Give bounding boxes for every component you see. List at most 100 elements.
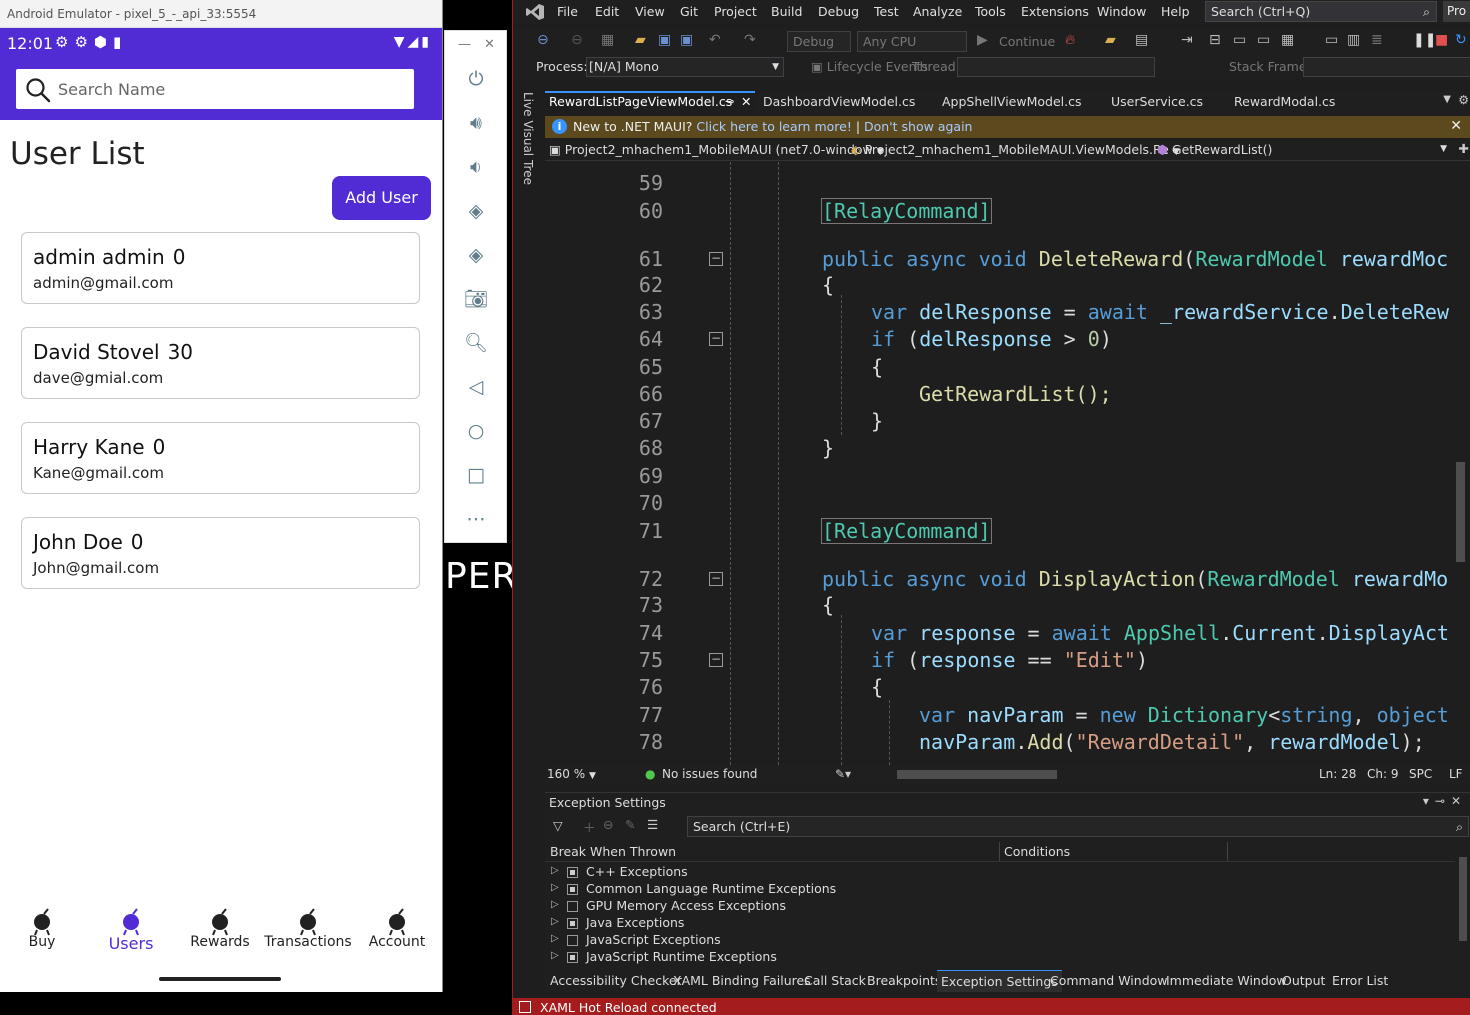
more-icon[interactable]: ⋯ <box>464 507 488 531</box>
column-break-when-thrown[interactable]: Break When Thrown <box>550 844 676 859</box>
menu-project[interactable]: Project <box>714 4 757 19</box>
user-card[interactable]: Harry Kane 0 Kane@gmail.com <box>21 422 420 494</box>
exception-list-scrollbar[interactable] <box>1457 843 1469 969</box>
expand-icon[interactable]: ▷ <box>551 933 559 944</box>
process-combo[interactable]: [N/A] Mono ▼ <box>586 57 784 77</box>
menu-debug[interactable]: Debug <box>818 4 859 19</box>
home-gesture-pill[interactable] <box>159 977 281 981</box>
brush-icon[interactable]: ✎▾ <box>835 765 851 784</box>
expand-icon[interactable]: ▷ <box>551 950 559 961</box>
close-icon[interactable]: ✕ <box>1450 116 1462 137</box>
chevron-down-icon[interactable]: ▾ <box>1423 794 1435 808</box>
exception-checkbox[interactable] <box>567 952 578 963</box>
restart-icon[interactable]: ↻ <box>1455 32 1467 48</box>
tab-buy[interactable]: Buy <box>0 900 86 950</box>
close-tab-icon[interactable]: ✕ <box>741 93 751 111</box>
user-card[interactable]: David Stovel 30 dave@gmial.com <box>21 327 420 399</box>
live-visual-tree-tab[interactable]: Live Visual Tree <box>521 92 535 185</box>
scrollbar-thumb[interactable] <box>1459 857 1467 941</box>
lifecycle-events-button[interactable]: ▣ Lifecycle Events <box>811 59 928 74</box>
editor-vertical-scrollbar[interactable] <box>1450 162 1470 765</box>
grid-icon[interactable]: ▦ <box>1281 32 1294 48</box>
tab-xaml-binding-failures[interactable]: XAML Binding Failures <box>673 973 811 988</box>
exception-checkbox[interactable] <box>567 935 578 946</box>
exception-checkbox[interactable] <box>567 918 578 929</box>
tab-command-window[interactable]: Command Window <box>1050 973 1168 988</box>
menu-view[interactable]: View <box>635 4 665 19</box>
save-icon[interactable]: ▣ <box>658 32 671 48</box>
zoom-icon[interactable]: 🔍︎ <box>464 331 488 355</box>
open-file-icon[interactable]: ▰ <box>635 32 646 48</box>
line-ending-indicator[interactable]: LF <box>1449 765 1463 784</box>
navigate-back-icon[interactable]: ⊖ <box>537 32 549 48</box>
undo-icon[interactable]: ↶ <box>709 32 721 48</box>
home-icon[interactable]: ○ <box>464 419 488 443</box>
tab-userservice[interactable]: UserService.cs <box>1107 91 1203 113</box>
profile-button[interactable]: Pro <box>1443 1 1470 22</box>
tab-rewards[interactable]: Rewards <box>176 900 264 950</box>
stop-icon[interactable]: ■ <box>1435 32 1448 48</box>
tab-error-list[interactable]: Error List <box>1332 973 1388 988</box>
add-icon[interactable]: ＋ <box>583 817 596 836</box>
split-icon[interactable]: ▥ <box>1347 32 1360 48</box>
menu-build[interactable]: Build <box>771 4 802 19</box>
layout-icon[interactable]: ▤ <box>1135 32 1148 48</box>
step-icon[interactable]: ⇥ <box>1181 32 1193 48</box>
back-icon[interactable]: ◁ <box>464 375 488 399</box>
monitor-icon[interactable]: ▭ <box>1325 32 1338 48</box>
tab-rewardlistpageviewmodel[interactable]: RewardListPageViewModel.cs ⊸ ✕ <box>545 91 755 113</box>
exception-search-box[interactable]: Search (Ctrl+E) ⌕ <box>687 816 1469 837</box>
code-editor[interactable]: 59 60 [RelayCommand] 61 − public async void… <box>545 162 1450 765</box>
tab-immediate-window[interactable]: Immediate Window <box>1166 973 1287 988</box>
tab-rewardmodal[interactable]: RewardModal.cs <box>1230 91 1335 113</box>
collapse-icon[interactable]: − <box>709 572 723 586</box>
thread-combo[interactable] <box>957 57 1155 77</box>
close-icon[interactable]: ✕ <box>484 37 495 52</box>
menu-test[interactable]: Test <box>874 4 899 19</box>
close-icon[interactable]: ✕ <box>1451 794 1467 808</box>
project-dropdown[interactable]: ▣ Project2_mhachem1_MobileMAUI (net7.0-w… <box>549 142 884 157</box>
menu-window[interactable]: Window <box>1097 4 1146 19</box>
member-dropdown[interactable]: ⬢ GetRewardList() ▼ <box>1157 142 1453 157</box>
new-item-icon[interactable]: ▦ <box>601 32 614 48</box>
collapse-icon[interactable]: − <box>709 252 723 266</box>
volume-up-icon[interactable]: 🔊︎ <box>464 111 488 135</box>
search-name-input[interactable] <box>58 69 408 109</box>
scrollbar-thumb[interactable] <box>897 770 1057 779</box>
learn-more-link[interactable]: Click here to learn more! <box>696 119 851 134</box>
tab-transactions[interactable]: Transactions <box>264 900 352 950</box>
remove-icon[interactable]: ⊖ <box>603 817 613 832</box>
filter-icon[interactable]: ▽ <box>553 818 563 833</box>
menu-extensions[interactable]: Extensions <box>1021 4 1089 19</box>
overview-icon[interactable]: □ <box>464 463 488 487</box>
zoom-level[interactable]: 160 % ▼ <box>547 765 596 786</box>
split-editor-icon[interactable]: ✚ <box>1459 141 1469 156</box>
play-icon[interactable]: ▶ <box>977 32 988 48</box>
menu-tools[interactable]: Tools <box>975 4 1006 19</box>
menu-edit[interactable]: Edit <box>595 4 619 19</box>
save-all-icon[interactable]: ▣ <box>680 32 693 48</box>
exception-checkbox[interactable] <box>567 884 578 895</box>
expand-icon[interactable]: ▷ <box>551 916 559 927</box>
configuration-combo[interactable]: Debug <box>787 31 851 52</box>
tab-account[interactable]: Account <box>353 900 441 950</box>
tab-accessibility-checker[interactable]: Accessibility Checker <box>550 973 682 988</box>
camera-icon[interactable]: 📷︎ <box>464 287 488 311</box>
menu-analyze[interactable]: Analyze <box>913 4 962 19</box>
dont-show-again-link[interactable]: Don't show again <box>864 119 972 134</box>
menu-file[interactable]: File <box>557 4 578 19</box>
rotate-right-icon[interactable]: ◈ <box>464 243 488 267</box>
navigate-forward-icon[interactable]: ⊖ <box>571 32 583 48</box>
add-user-button[interactable]: Add User <box>332 176 431 220</box>
device-icon[interactable]: ⊟ <box>1209 32 1221 48</box>
menu-help[interactable]: Help <box>1161 4 1190 19</box>
whitespace-indicator[interactable]: SPC <box>1409 765 1432 784</box>
settings-gear-icon[interactable]: ⚙ <box>1458 93 1469 107</box>
screen-icon[interactable]: ▭ <box>1233 32 1246 48</box>
pin-icon[interactable]: ⊸ <box>1435 794 1451 808</box>
class-dropdown[interactable]: ⬖ Project2_mhachem1_MobileMAUI.ViewModel… <box>851 142 1180 157</box>
tab-breakpoints[interactable]: Breakpoints <box>867 973 941 988</box>
column-indicator[interactable]: Ch: 9 <box>1367 765 1398 784</box>
expand-icon[interactable]: ▷ <box>551 899 559 910</box>
search-bar[interactable] <box>16 69 414 109</box>
